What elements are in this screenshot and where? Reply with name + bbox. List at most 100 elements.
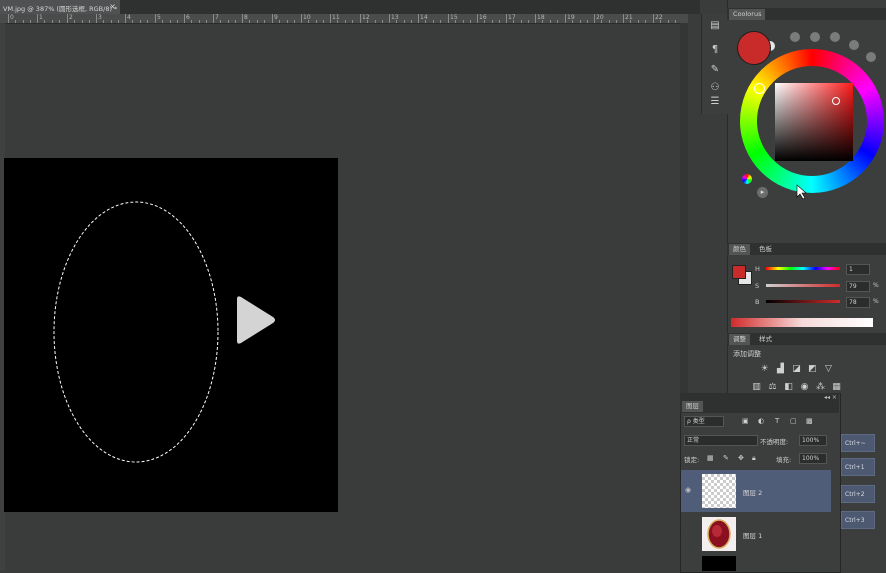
ruler-label: 6	[186, 14, 190, 21]
vibrance-icon[interactable]: ▽	[824, 365, 833, 374]
ruler-minor-tick	[404, 20, 405, 23]
ruler-minor-tick	[59, 20, 60, 23]
ruler-minor-tick	[638, 20, 639, 23]
filter-adjustment-icon[interactable]: ◐	[758, 417, 764, 425]
layer-name[interactable]: 图层 1	[743, 530, 762, 540]
photo-filter-icon[interactable]: ◉	[800, 383, 809, 392]
lock-all-icon[interactable]: 🔒︎	[752, 454, 756, 463]
s-value-field[interactable]: 79	[846, 281, 870, 292]
b-value-field[interactable]: 78	[846, 297, 870, 308]
opacity-field[interactable]: 100%	[799, 435, 827, 446]
levels-icon[interactable]: ▟	[776, 365, 785, 374]
ruler-minor-tick	[345, 20, 346, 23]
ruler-minor-tick	[52, 20, 53, 23]
lock-transparent-icon[interactable]: ▦	[707, 454, 714, 462]
color-balance-icon[interactable]: ⚖	[768, 383, 777, 392]
ruler-minor-tick	[316, 20, 317, 23]
curves-icon[interactable]: ◪	[792, 365, 801, 374]
shortcut-button[interactable]: Ctrl+3	[841, 511, 875, 529]
ruler-minor-tick	[521, 20, 522, 23]
color-lookup-icon[interactable]: ▦	[832, 383, 841, 392]
layer-thumbnail	[702, 517, 736, 551]
shortcut-button[interactable]: Ctrl+~	[841, 434, 875, 452]
saturation-brightness-square[interactable]	[775, 83, 853, 161]
document-tab[interactable]: VM.jpg @ 387% (圆形选框, RGB/8) * ×	[0, 0, 120, 15]
document-tab-title: VM.jpg @ 387% (圆形选框, RGB/8) *	[3, 5, 118, 13]
ruler-minor-tick	[557, 20, 558, 23]
filter-type-icon[interactable]: T	[775, 417, 779, 425]
ruler-tick	[594, 14, 595, 23]
ruler-minor-tick	[206, 20, 207, 23]
channel-mixer-icon[interactable]: ⁂	[816, 383, 825, 392]
b-slider[interactable]	[766, 300, 840, 303]
blend-mode-select[interactable]: 正常	[684, 435, 758, 446]
fill-field[interactable]: 100%	[799, 453, 827, 464]
clone-source-icon[interactable]: ⚇	[707, 82, 723, 94]
filter-pixel-icon[interactable]: ▣	[742, 417, 749, 425]
ruler-minor-tick	[375, 20, 376, 23]
preset-icon[interactable]	[849, 40, 859, 50]
layer-name[interactable]: 图层 2	[743, 487, 762, 497]
filter-smart-object-icon[interactable]: ▩	[806, 417, 813, 425]
filter-shape-icon[interactable]: ▢	[790, 417, 797, 425]
ruler-tick	[67, 14, 68, 23]
lock-position-icon[interactable]: ✥	[738, 454, 744, 462]
ruler-minor-tick	[580, 20, 581, 23]
properties-icon[interactable]: ☰	[707, 96, 723, 108]
fill-label: 填充:	[776, 456, 792, 464]
tab-layers[interactable]: 图层	[682, 401, 703, 412]
play-icon[interactable]	[229, 293, 277, 349]
visibility-eye-icon[interactable]: ·	[685, 529, 687, 537]
ruler-minor-tick	[440, 20, 441, 23]
ruler-minor-tick	[463, 20, 464, 23]
h-value-field[interactable]: 1	[846, 264, 870, 275]
ruler-label: 7	[215, 14, 219, 21]
tab-coolorus[interactable]: Coolorus	[729, 9, 766, 20]
visibility-eye-icon[interactable]: ◉	[685, 486, 691, 494]
hue-picker-cursor[interactable]	[754, 83, 765, 94]
preset-icon[interactable]	[830, 32, 840, 42]
ruler-label: 5	[157, 14, 161, 21]
layer-row[interactable]: ◉ 图层 2	[681, 470, 831, 512]
tab-swatches[interactable]: 色板	[755, 244, 776, 255]
mouse-cursor-icon	[796, 184, 807, 200]
hue-saturation-icon[interactable]: ▥	[752, 383, 761, 392]
layer-thumbnail-partial	[702, 556, 736, 571]
ruler-minor-tick	[287, 20, 288, 23]
ruler-minor-tick	[235, 20, 236, 23]
sv-picker-cursor[interactable]	[832, 97, 840, 105]
tab-adjustments[interactable]: 调整	[729, 334, 750, 345]
h-slider[interactable]	[766, 267, 840, 270]
panel-collapse-icon[interactable]: ◂◂ ×	[824, 394, 837, 401]
ruler-tick	[477, 14, 478, 23]
paragraph-icon[interactable]: ¶	[707, 44, 723, 56]
ruler-tick	[155, 14, 156, 23]
layer-thumbnail	[702, 474, 736, 508]
preset-icon[interactable]	[810, 32, 820, 42]
color-ramp[interactable]	[731, 318, 873, 327]
layer-comps-icon[interactable]: ▤	[707, 20, 723, 32]
menu-icon[interactable]: ▸	[757, 187, 768, 198]
canvas[interactable]	[4, 158, 338, 512]
black-white-icon[interactable]: ◧	[784, 383, 793, 392]
color-panel-foreground-swatch[interactable]	[732, 265, 746, 279]
layer-kind-filter[interactable]: ρ 类型	[684, 416, 724, 427]
foreground-color-swatch[interactable]	[737, 31, 771, 65]
jewel-thumbnail-image	[707, 519, 731, 549]
preset-icon[interactable]	[866, 52, 876, 62]
lock-pixels-icon[interactable]: ✎	[723, 454, 729, 462]
brush-presets-icon[interactable]: ✎	[707, 64, 723, 76]
preset-icon[interactable]	[790, 32, 800, 42]
ruler-minor-tick	[30, 20, 31, 23]
exposure-icon[interactable]: ◩	[808, 365, 817, 374]
brightness-icon[interactable]: ☀	[760, 365, 769, 374]
close-tab-icon[interactable]: ×	[109, 2, 116, 11]
tab-styles[interactable]: 样式	[755, 334, 776, 345]
s-slider[interactable]	[766, 284, 840, 287]
shortcut-button[interactable]: Ctrl+1	[841, 458, 875, 476]
shortcut-button[interactable]: Ctrl+2	[841, 485, 875, 503]
tab-color[interactable]: 颜色	[729, 244, 750, 255]
ruler-minor-tick	[455, 20, 456, 23]
layer-row[interactable]: · 图层 1	[681, 513, 831, 555]
color-mode-icon[interactable]	[742, 174, 752, 184]
